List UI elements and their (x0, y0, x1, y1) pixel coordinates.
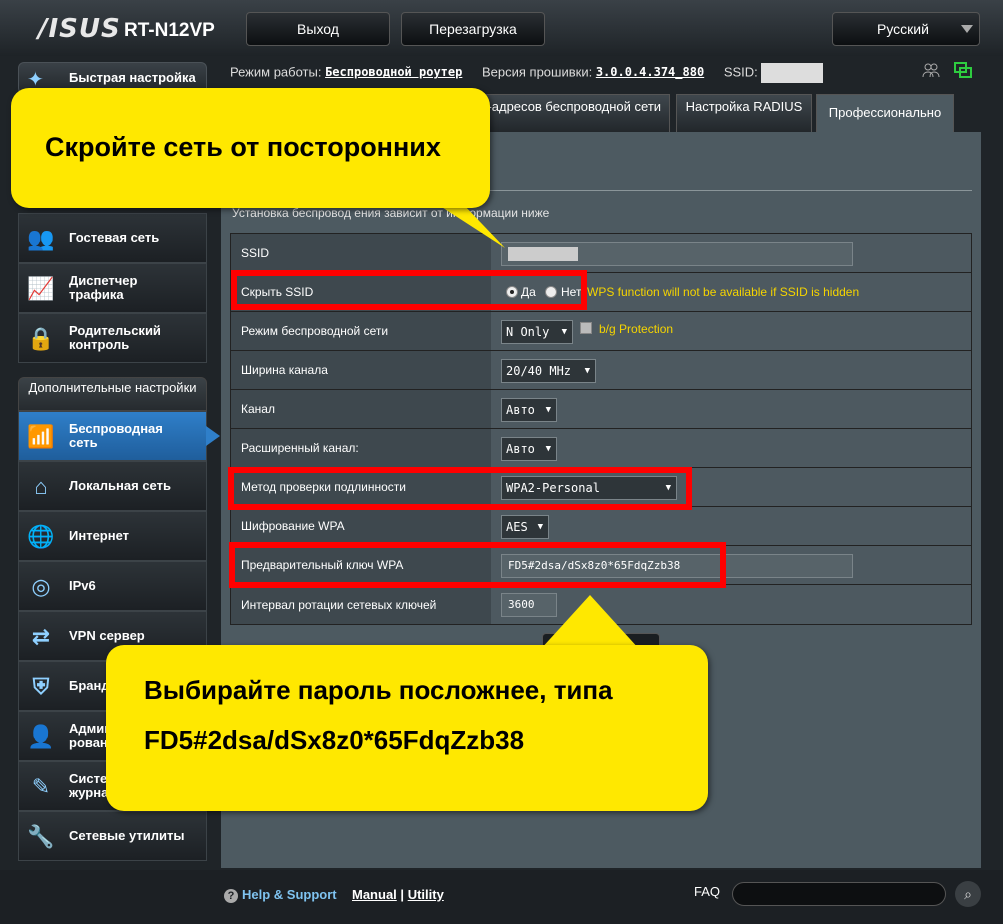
language-select[interactable]: Русский (832, 12, 980, 46)
sidebar-item-wireless[interactable]: 📶 Беспроводная сеть (18, 411, 220, 461)
wireless-mode-label: Режим беспроводной сети (231, 312, 491, 350)
channel-select[interactable]: Авто (501, 398, 557, 422)
callout-bottom-line1: Выбирайте пароль посложнее, типа (144, 675, 613, 705)
bg-protection-checkbox[interactable] (580, 322, 592, 334)
row-wpa-encryption: Шифрование WPA AES (231, 507, 971, 546)
ext-channel-label: Расширенный канал: (231, 429, 491, 467)
callout-top-text: Скройте сеть от посторонних (45, 132, 441, 162)
highlight-hide-ssid (231, 270, 587, 310)
firewall-shield-icon: ⛨ (32, 674, 50, 699)
ssid-redacted-value (508, 247, 578, 261)
wps-hint: WPS function will not be available if SS… (587, 285, 860, 299)
asus-logo: /ISUS (38, 14, 121, 44)
section-description: Установка беспровод ения зависит от инфо… (232, 206, 550, 220)
sidebar-item-internet[interactable]: 🌐 Интернет (18, 511, 207, 561)
sidebar-item-traffic-manager[interactable]: 📈 Диспетчер трафика (18, 263, 207, 313)
row-channel-width: Ширина канала 20/40 MHz (231, 351, 971, 390)
manual-link[interactable]: Manual (352, 887, 397, 902)
wpa-encryption-label: Шифрование WPA (231, 507, 491, 545)
chevron-down-icon (961, 25, 973, 33)
wireless-mode-select[interactable]: N Only (501, 320, 573, 344)
channel-label: Канал (231, 390, 491, 428)
network-tools-icon: 🔧 (27, 824, 55, 849)
tab-mac-filter[interactable]: с-адресов беспроводной сети (472, 94, 670, 132)
logout-button[interactable]: Выход (246, 12, 390, 46)
status-line: Режим работы: Беспроводной роутер Версия… (230, 63, 824, 83)
lan-home-icon: ⌂ (34, 474, 48, 499)
admin-user-icon: 👤 (27, 724, 55, 749)
key-rotation-input[interactable]: 3600 (501, 593, 557, 617)
ssid-redacted (761, 63, 824, 83)
callout-bottom-line2: FD5#2dsa/dSx8z0*65FdqZzb38 (144, 725, 525, 755)
row-ssid: SSID (231, 234, 971, 273)
row-ext-channel: Расширенный канал: Авто (231, 429, 971, 468)
router-model: RT-N12VP (124, 20, 215, 41)
tab-radius[interactable]: Настройка RADIUS (676, 94, 812, 132)
sidebar-item-lan[interactable]: ⌂ Локальная сеть (18, 461, 207, 511)
sidebar-item-parental-control[interactable]: 🔒 Родительский контроль (18, 313, 207, 363)
mode-value-link[interactable]: Беспроводной роутер (325, 65, 462, 79)
sidebar-item-ipv6[interactable]: ◎ IPv6 (18, 561, 207, 611)
system-log-icon: ✎ (31, 774, 51, 799)
firmware-label: Версия прошивки: (481, 64, 593, 80)
highlight-wpa-key (229, 542, 726, 588)
row-wireless-mode: Режим беспроводной сети N Only b/g Prote… (231, 312, 971, 351)
channel-width-select[interactable]: 20/40 MHz (501, 359, 596, 383)
ipv6-icon: ◎ (31, 574, 51, 599)
search-icon[interactable]: ⌕ (955, 881, 981, 907)
ssid-label: SSID: (723, 64, 758, 80)
parental-control-icon: 🔒 (27, 326, 55, 351)
key-rotation-label: Интервал ротации сетевых ключей (231, 585, 491, 624)
sidebar-item-network-tools[interactable]: 🔧 Сетевые утилиты (18, 811, 207, 861)
advanced-settings-header: Дополнительные настройки (18, 377, 207, 411)
reboot-button[interactable]: Перезагрузка (401, 12, 545, 46)
ext-channel-select[interactable]: Авто (501, 437, 557, 461)
wireless-icon: 📶 (27, 424, 55, 449)
sidebar-item-guest-network[interactable]: 👥 Гостевая сеть (18, 213, 207, 263)
tab-professional[interactable]: Профессионально (816, 94, 954, 132)
status-icons (922, 62, 982, 83)
mode-label: Режим работы: (230, 64, 322, 80)
wpa-encryption-select[interactable]: AES (501, 515, 549, 539)
bg-protection-label: b/g Protection (599, 322, 674, 336)
globe-icon: 🌐 (27, 524, 55, 549)
ssid-field-label: SSID (231, 234, 491, 272)
guest-network-icon: 👥 (27, 226, 55, 251)
vpn-icon: ⇄ (31, 624, 51, 649)
channel-width-label: Ширина канала (231, 351, 491, 389)
network-status-icon[interactable] (954, 62, 973, 78)
footer-links: Manual | Utility (352, 887, 444, 902)
callout-password: Выбирайте пароль посложнее, типа FD5#2ds… (106, 645, 708, 811)
firmware-value-link[interactable]: 3.0.0.4.374_880 (596, 65, 704, 79)
callout-hide-network: Скройте сеть от посторонних (11, 88, 490, 208)
utility-link[interactable]: Utility (408, 887, 444, 902)
row-channel: Канал Авто (231, 390, 971, 429)
faq-search-input[interactable] (732, 882, 946, 906)
help-icon: ? (224, 889, 238, 903)
row-key-rotation: Интервал ротации сетевых ключей 3600 (231, 585, 971, 624)
language-value: Русский (877, 21, 929, 37)
traffic-manager-icon: 📈 (27, 276, 55, 301)
highlight-auth-method (228, 467, 692, 510)
help-support-link[interactable]: ? Help & Support (224, 887, 337, 903)
ssid-input[interactable] (501, 242, 853, 266)
footer-separator: | (400, 887, 405, 902)
clients-icon[interactable] (922, 62, 940, 78)
faq-label: FAQ (694, 884, 721, 899)
